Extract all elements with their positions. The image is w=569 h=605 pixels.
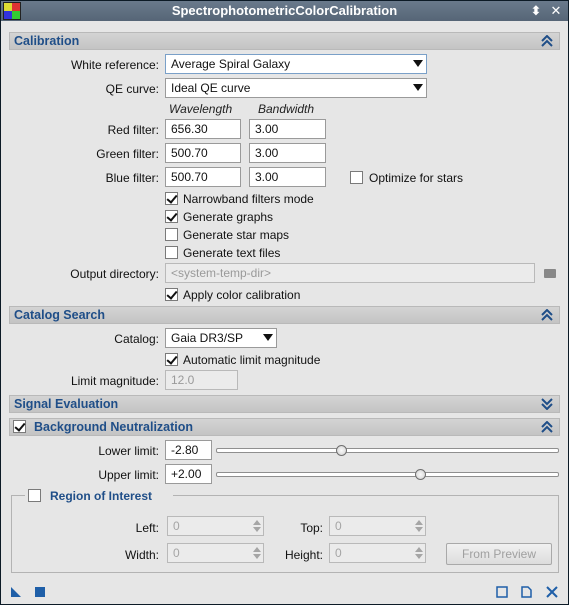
chevron-down-icon xyxy=(263,334,273,341)
apply-global-icon[interactable] xyxy=(34,586,46,598)
red-filter-label: Red filter: xyxy=(107,123,159,137)
process-window: SpectrophotometricColorCalibration ⬍ ✕ C… xyxy=(0,0,569,605)
close-icon[interactable]: ✕ xyxy=(548,3,564,19)
new-instance-icon[interactable] xyxy=(10,586,22,598)
spin-up-icon[interactable] xyxy=(415,547,423,552)
spin-up-icon[interactable] xyxy=(415,520,423,525)
collapse-icon[interactable] xyxy=(541,35,553,47)
spin-down-icon[interactable] xyxy=(415,527,423,532)
roi-width-label: Width: xyxy=(124,548,159,562)
chevron-down-icon xyxy=(413,60,423,67)
section-background-neutralization[interactable]: Background Neutralization xyxy=(9,418,560,436)
red-bandwidth-field[interactable]: 3.00 xyxy=(249,119,326,139)
generate-star-maps-label: Generate star maps xyxy=(183,228,290,242)
blue-bandwidth-field[interactable]: 3.00 xyxy=(249,167,326,187)
catalog-value: Gaia DR3/SP xyxy=(171,331,244,345)
region-of-interest-title: Region of Interest xyxy=(50,489,153,503)
section-signal-evaluation[interactable]: Signal Evaluation xyxy=(9,395,560,413)
red-wavelength-field[interactable]: 656.30 xyxy=(165,119,241,139)
lower-limit-slider-handle[interactable] xyxy=(336,445,347,456)
roi-left-value: 0 xyxy=(173,519,180,533)
expand-icon[interactable] xyxy=(541,398,553,410)
white-reference-combo[interactable]: Average Spiral Galaxy xyxy=(165,54,427,74)
bottom-toolbar xyxy=(1,581,568,604)
lower-limit-field[interactable]: -2.80 xyxy=(165,440,212,460)
roi-top-value: 0 xyxy=(335,519,342,533)
roi-height-value: 0 xyxy=(335,546,342,560)
section-calibration[interactable]: Calibration xyxy=(9,32,560,50)
qe-curve-value: Ideal QE curve xyxy=(171,81,251,95)
lower-limit-slider[interactable] xyxy=(216,448,559,453)
optimize-stars-checkbox[interactable] xyxy=(350,171,363,184)
generate-graphs-checkbox[interactable] xyxy=(165,210,178,223)
output-directory-field[interactable]: <system-temp-dir> xyxy=(165,263,535,283)
generate-star-maps-checkbox[interactable] xyxy=(165,228,178,241)
roi-left-spinbox[interactable]: 0 xyxy=(167,516,264,536)
preview-icon[interactable] xyxy=(496,586,508,598)
white-reference-label: White reference: xyxy=(70,58,159,72)
section-calibration-title: Calibration xyxy=(14,34,80,48)
qe-curve-label: QE curve: xyxy=(105,82,159,96)
group-border-right xyxy=(173,495,559,496)
window-title: SpectrophotometricColorCalibration xyxy=(171,3,398,18)
blue-filter-label: Blue filter: xyxy=(105,171,159,185)
reset-icon[interactable] xyxy=(546,586,558,598)
catalog-combo[interactable]: Gaia DR3/SP xyxy=(165,328,277,348)
section-catalog-search[interactable]: Catalog Search xyxy=(9,306,560,324)
green-bandwidth-field[interactable]: 3.00 xyxy=(249,143,326,163)
folder-icon[interactable] xyxy=(544,269,556,278)
output-directory-label: Output directory: xyxy=(70,267,159,281)
roi-width-spinbox[interactable]: 0 xyxy=(167,543,264,563)
lower-limit-label: Lower limit: xyxy=(98,444,159,458)
spin-down-icon[interactable] xyxy=(415,554,423,559)
roi-width-value: 0 xyxy=(173,546,180,560)
region-of-interest-checkbox[interactable] xyxy=(28,489,41,502)
shade-icon[interactable]: ⬍ xyxy=(528,3,544,19)
from-preview-button[interactable]: From Preview xyxy=(446,543,552,565)
group-border-left xyxy=(11,495,25,496)
blue-wavelength-field[interactable]: 500.70 xyxy=(165,167,241,187)
generate-graphs-label: Generate graphs xyxy=(183,210,274,224)
collapse-icon[interactable] xyxy=(541,309,553,321)
upper-limit-slider[interactable] xyxy=(216,472,559,477)
roi-left-label: Left: xyxy=(135,521,159,535)
qe-curve-combo[interactable]: Ideal QE curve xyxy=(165,78,427,98)
wavelength-column-header: Wavelength xyxy=(169,102,233,116)
section-catalog-title: Catalog Search xyxy=(14,308,106,322)
apply-color-calibration-label: Apply color calibration xyxy=(183,288,301,302)
roi-top-label: Top: xyxy=(300,521,323,535)
auto-limit-magnitude-checkbox[interactable] xyxy=(165,353,178,366)
narrowband-label: Narrowband filters mode xyxy=(183,192,314,206)
green-filter-label: Green filter: xyxy=(96,147,159,161)
white-reference-value: Average Spiral Galaxy xyxy=(171,57,291,71)
limit-magnitude-label: Limit magnitude: xyxy=(70,374,159,388)
section-background-title: Background Neutralization xyxy=(34,420,194,434)
generate-text-files-checkbox[interactable] xyxy=(165,246,178,259)
roi-height-label: Height: xyxy=(284,548,323,562)
background-neutralization-checkbox[interactable] xyxy=(13,420,26,433)
apply-color-calibration-checkbox[interactable] xyxy=(165,288,178,301)
narrowband-checkbox[interactable] xyxy=(165,192,178,205)
auto-limit-magnitude-label: Automatic limit magnitude xyxy=(183,353,321,367)
section-signal-title: Signal Evaluation xyxy=(14,397,119,411)
upper-limit-label: Upper limit: xyxy=(98,468,159,482)
bandwidth-column-header: Bandwidth xyxy=(258,102,315,116)
roi-top-spinbox[interactable]: 0 xyxy=(329,516,426,536)
document-icon[interactable] xyxy=(520,586,532,598)
limit-magnitude-field[interactable]: 12.0 xyxy=(165,370,238,390)
chevron-down-icon xyxy=(413,84,423,91)
collapse-icon[interactable] xyxy=(541,421,553,433)
catalog-label: Catalog: xyxy=(114,332,159,346)
optimize-stars-label: Optimize for stars xyxy=(369,171,464,185)
green-wavelength-field[interactable]: 500.70 xyxy=(165,143,241,163)
upper-limit-field[interactable]: +2.00 xyxy=(165,464,212,484)
title-bar[interactable]: SpectrophotometricColorCalibration ⬍ ✕ xyxy=(1,1,568,21)
roi-height-spinbox[interactable]: 0 xyxy=(329,543,426,563)
generate-text-files-label: Generate text files xyxy=(183,246,281,260)
upper-limit-slider-handle[interactable] xyxy=(415,469,426,480)
